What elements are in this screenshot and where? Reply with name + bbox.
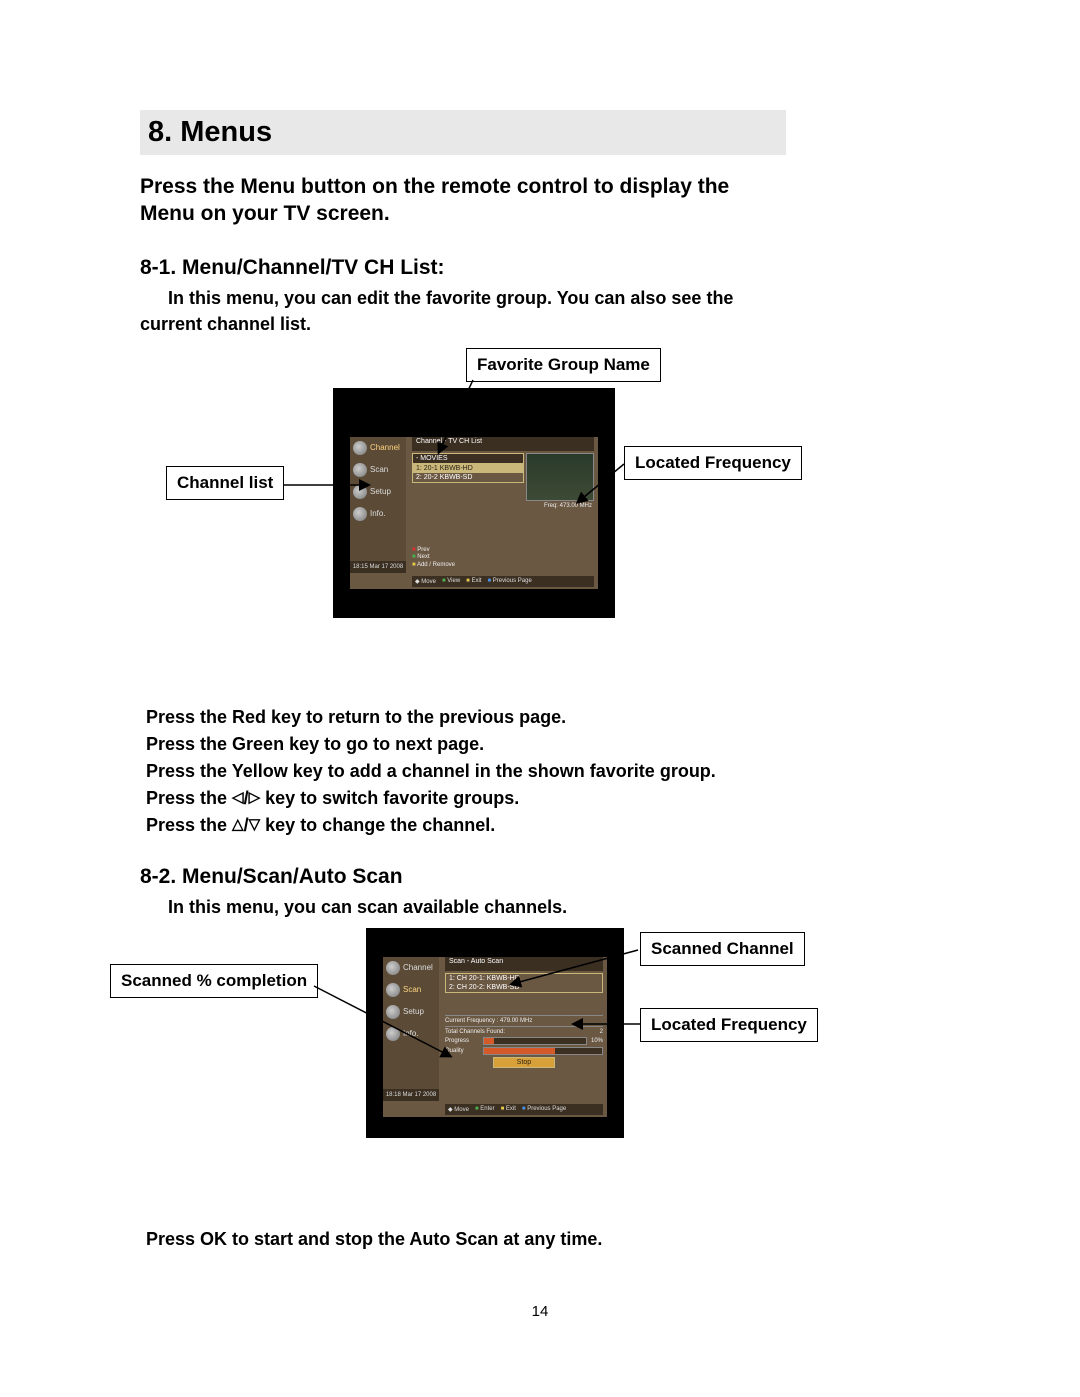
arrow-icon	[576, 462, 628, 506]
arrow-icon	[310, 982, 454, 1060]
left-triangle-icon: ◁	[232, 787, 244, 810]
section-heading: 8. Menus	[148, 116, 272, 148]
subsection-1-title: 8-1. Menu/Channel/TV CH List:	[140, 256, 940, 280]
figure-1: Favorite Group Name Located Frequency Ch…	[140, 348, 940, 688]
color-key-hints: ■ Prev ■ Next ■ Add / Remove	[412, 547, 455, 569]
channel-row: 2: 20-2 KBWB-SD	[413, 473, 523, 482]
right-triangle-icon: ▷	[249, 787, 261, 810]
arrow-icon	[508, 948, 642, 988]
intro-paragraph: Press the Menu button on the remote cont…	[140, 173, 940, 228]
subsection-2-after: Press OK to start and stop the Auto Scan…	[146, 1226, 940, 1253]
stop-button: Stop	[493, 1057, 555, 1068]
callout-favorite-group: Favorite Group Name	[466, 348, 661, 382]
menu-item-info: Info.	[350, 503, 406, 525]
section-heading-bar: 8. Menus	[140, 110, 786, 155]
up-triangle-icon: △	[232, 814, 244, 837]
arrow-icon	[284, 480, 372, 490]
menu-item-scan: Scan	[350, 459, 406, 481]
menu-item-channel: Channel	[383, 957, 439, 979]
callout-channel-list: Channel list	[166, 466, 284, 500]
progress-row: Progress 10%	[445, 1037, 603, 1045]
status-time: 18:18 Mar 17 2008	[383, 1089, 439, 1101]
info-icon	[353, 507, 367, 521]
subsection-2-title: 8-2. Menu/Scan/Auto Scan	[140, 865, 940, 889]
down-triangle-icon: ▽	[249, 814, 261, 837]
subsection-1-desc: In this menu, you can edit the favorite …	[168, 286, 940, 311]
subsection-2-desc: In this menu, you can scan available cha…	[168, 895, 940, 920]
figure-2: Scanned Channel Scanned % completion Loc…	[140, 928, 940, 1208]
arrow-icon	[437, 380, 477, 456]
callout-located-frequency-2: Located Frequency	[640, 1008, 818, 1042]
globe-icon	[386, 961, 400, 975]
arrow-icon	[570, 1018, 644, 1030]
total-found-label: Total Channels Found:	[445, 1029, 505, 1035]
quality-row: Quality	[445, 1047, 603, 1055]
callout-located-frequency: Located Frequency	[624, 446, 802, 480]
globe-icon	[353, 441, 367, 455]
status-time: 18:15 Mar 17 2008	[350, 561, 406, 573]
instructions-block: Press the Red key to return to the previ…	[146, 704, 940, 839]
scan-icon	[353, 463, 367, 477]
menu-item-channel: Channel	[350, 437, 406, 459]
page-number: 14	[140, 1303, 940, 1320]
callout-scanned-completion: Scanned % completion	[110, 964, 318, 998]
channel-row: 1: 20-1 KBWB-HD	[413, 464, 523, 473]
footer-bar: ◆ Move ■ View ■ Exit ■ Previous Page	[412, 576, 594, 587]
channel-list-box: - MOVIES 1: 20-1 KBWB-HD 2: 20-2 KBWB-SD	[412, 453, 524, 483]
callout-scanned-channel: Scanned Channel	[640, 932, 805, 966]
footer-bar: ◆ Move ■ Enter ■ Exit ■ Previous Page	[445, 1104, 603, 1115]
